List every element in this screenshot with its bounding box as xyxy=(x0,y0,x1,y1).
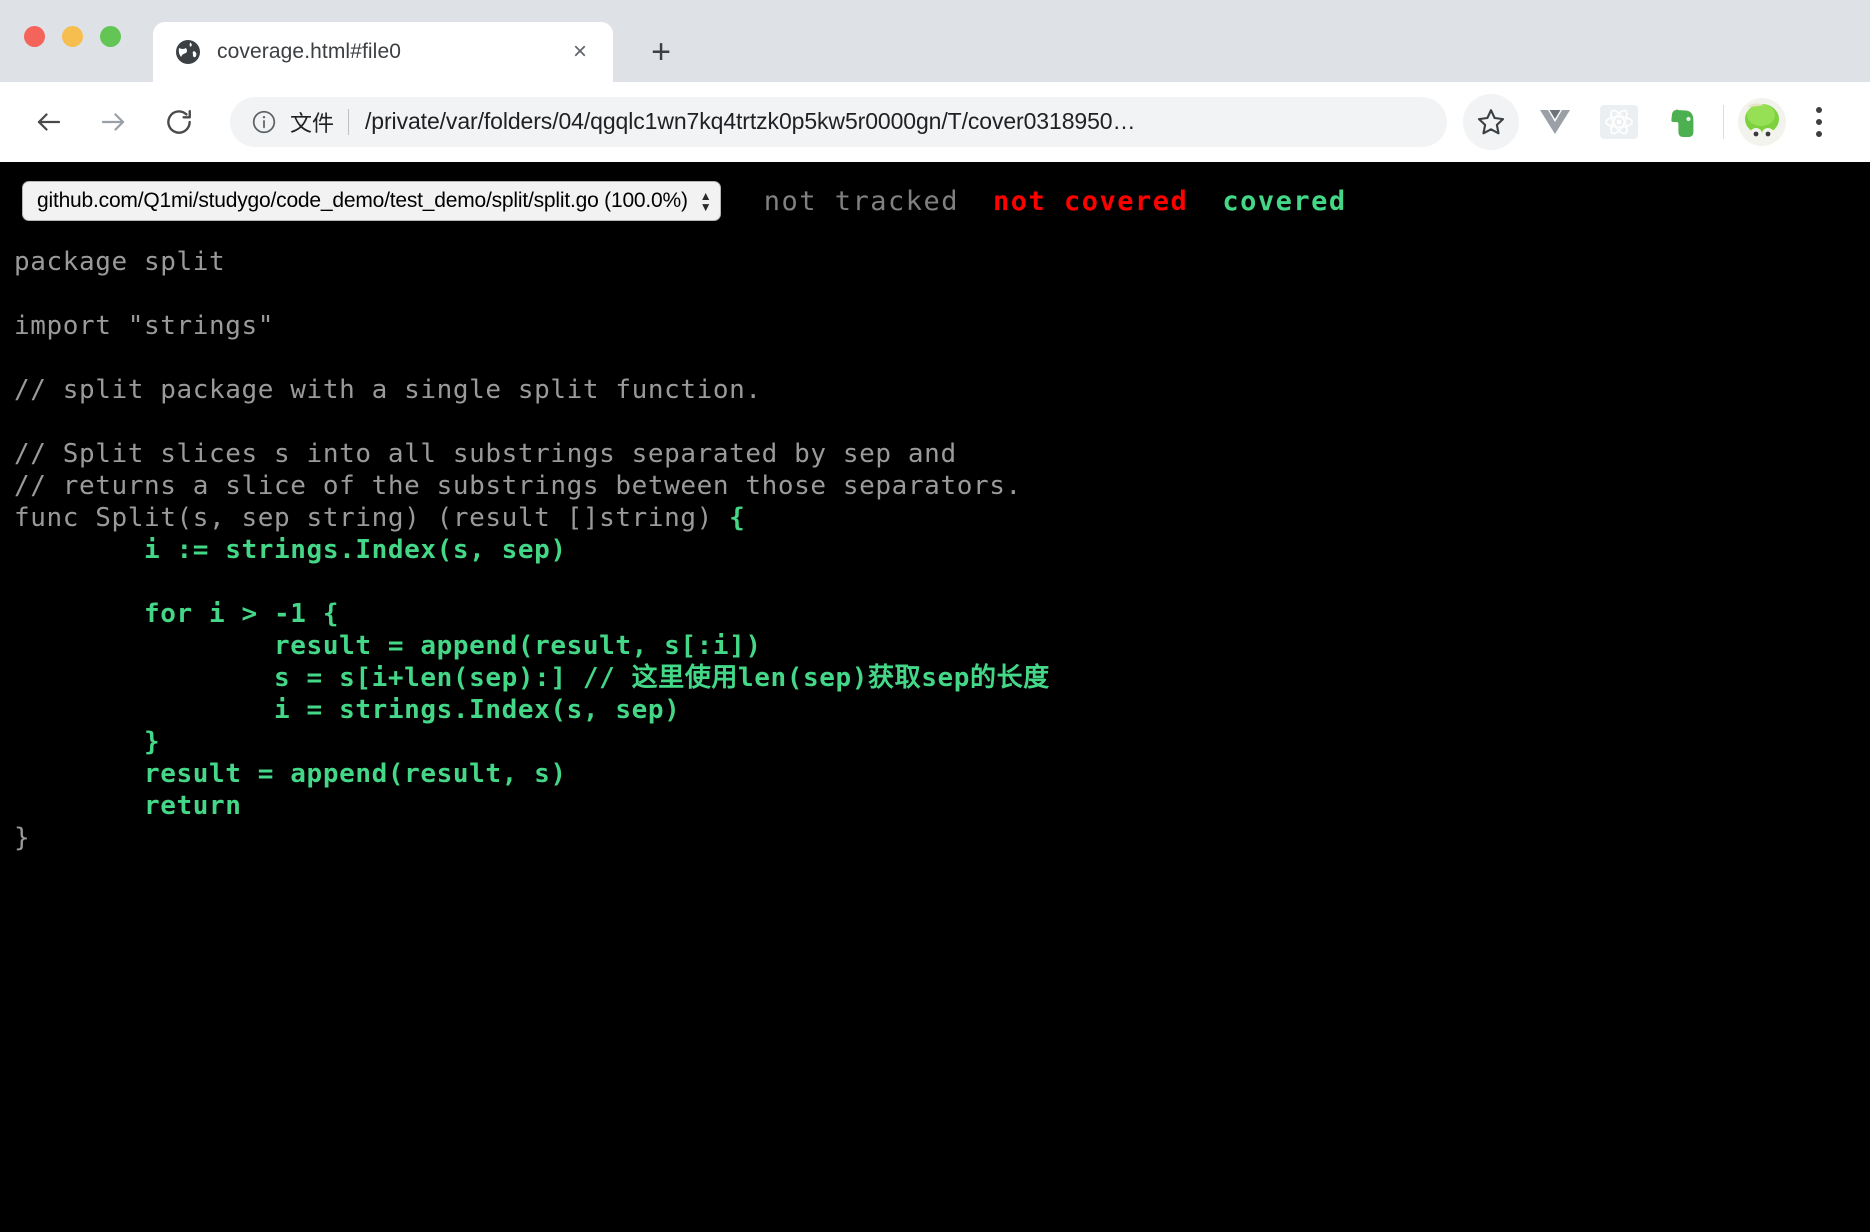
tab-strip: coverage.html#file0 × + xyxy=(0,0,1870,82)
window-minimize-button[interactable] xyxy=(62,26,83,47)
three-dot-menu-icon[interactable] xyxy=(1794,94,1844,150)
address-bar[interactable]: 文件 /private/var/folders/04/qgqlc1wn7kq4t… xyxy=(230,97,1447,147)
code-preamble: package split import "strings" // split … xyxy=(14,247,1022,501)
coverage-code-area: package split import "strings" // split … xyxy=(0,240,1870,1232)
close-icon[interactable]: × xyxy=(565,37,595,67)
legend-covered: covered xyxy=(1205,186,1363,217)
tab-title: coverage.html#file0 xyxy=(217,40,565,64)
browser-toolbar: 文件 /private/var/folders/04/qgqlc1wn7kq4t… xyxy=(0,82,1870,162)
browser-window: coverage.html#file0 × + xyxy=(0,0,1870,1232)
site-info-icon[interactable] xyxy=(250,108,278,136)
menu-dot xyxy=(1816,131,1822,137)
menu-dot xyxy=(1816,107,1822,113)
menu-dot xyxy=(1816,119,1822,125)
toolbar-divider xyxy=(1723,105,1724,139)
code-func-signature: func Split(s, sep string) (result []stri… xyxy=(14,503,729,533)
react-devtools-icon[interactable] xyxy=(1591,94,1647,150)
chevron-updown-icon: ▲▼ xyxy=(700,192,712,211)
legend-not-tracked: not tracked xyxy=(747,186,976,217)
url-text: /private/var/folders/04/qgqlc1wn7kq4trtz… xyxy=(365,108,1429,135)
window-traffic-lights xyxy=(24,26,121,47)
browser-tab[interactable]: coverage.html#file0 × xyxy=(153,22,613,82)
evernote-icon[interactable] xyxy=(1655,94,1711,150)
coverage-banner: github.com/Q1mi/studygo/code_demo/test_d… xyxy=(0,162,1870,240)
avatar[interactable] xyxy=(1736,96,1788,148)
window-zoom-button[interactable] xyxy=(100,26,121,47)
back-button[interactable] xyxy=(22,95,76,149)
coverage-legend: not tracked not covered covered xyxy=(747,186,1364,217)
code-func-body: { i := strings.Index(s, sep) for i > -1 … xyxy=(14,503,1050,821)
bookmark-star-icon[interactable] xyxy=(1463,94,1519,150)
globe-icon xyxy=(175,39,201,65)
code-func-closing-brace: } xyxy=(14,823,30,853)
source-code: package split import "strings" // split … xyxy=(14,246,1870,854)
window-close-button[interactable] xyxy=(24,26,45,47)
address-bar-divider xyxy=(348,109,349,135)
file-select[interactable]: github.com/Q1mi/studygo/code_demo/test_d… xyxy=(22,181,721,221)
legend-not-covered: not covered xyxy=(976,186,1205,217)
file-select-value: github.com/Q1mi/studygo/code_demo/test_d… xyxy=(37,189,688,213)
url-scheme-label: 文件 xyxy=(290,106,334,138)
reload-button[interactable] xyxy=(152,95,206,149)
forward-button[interactable] xyxy=(86,95,140,149)
new-tab-button[interactable]: + xyxy=(639,30,683,74)
vue-devtools-icon[interactable] xyxy=(1527,94,1583,150)
coverage-report-page: github.com/Q1mi/studygo/code_demo/test_d… xyxy=(0,162,1870,1232)
